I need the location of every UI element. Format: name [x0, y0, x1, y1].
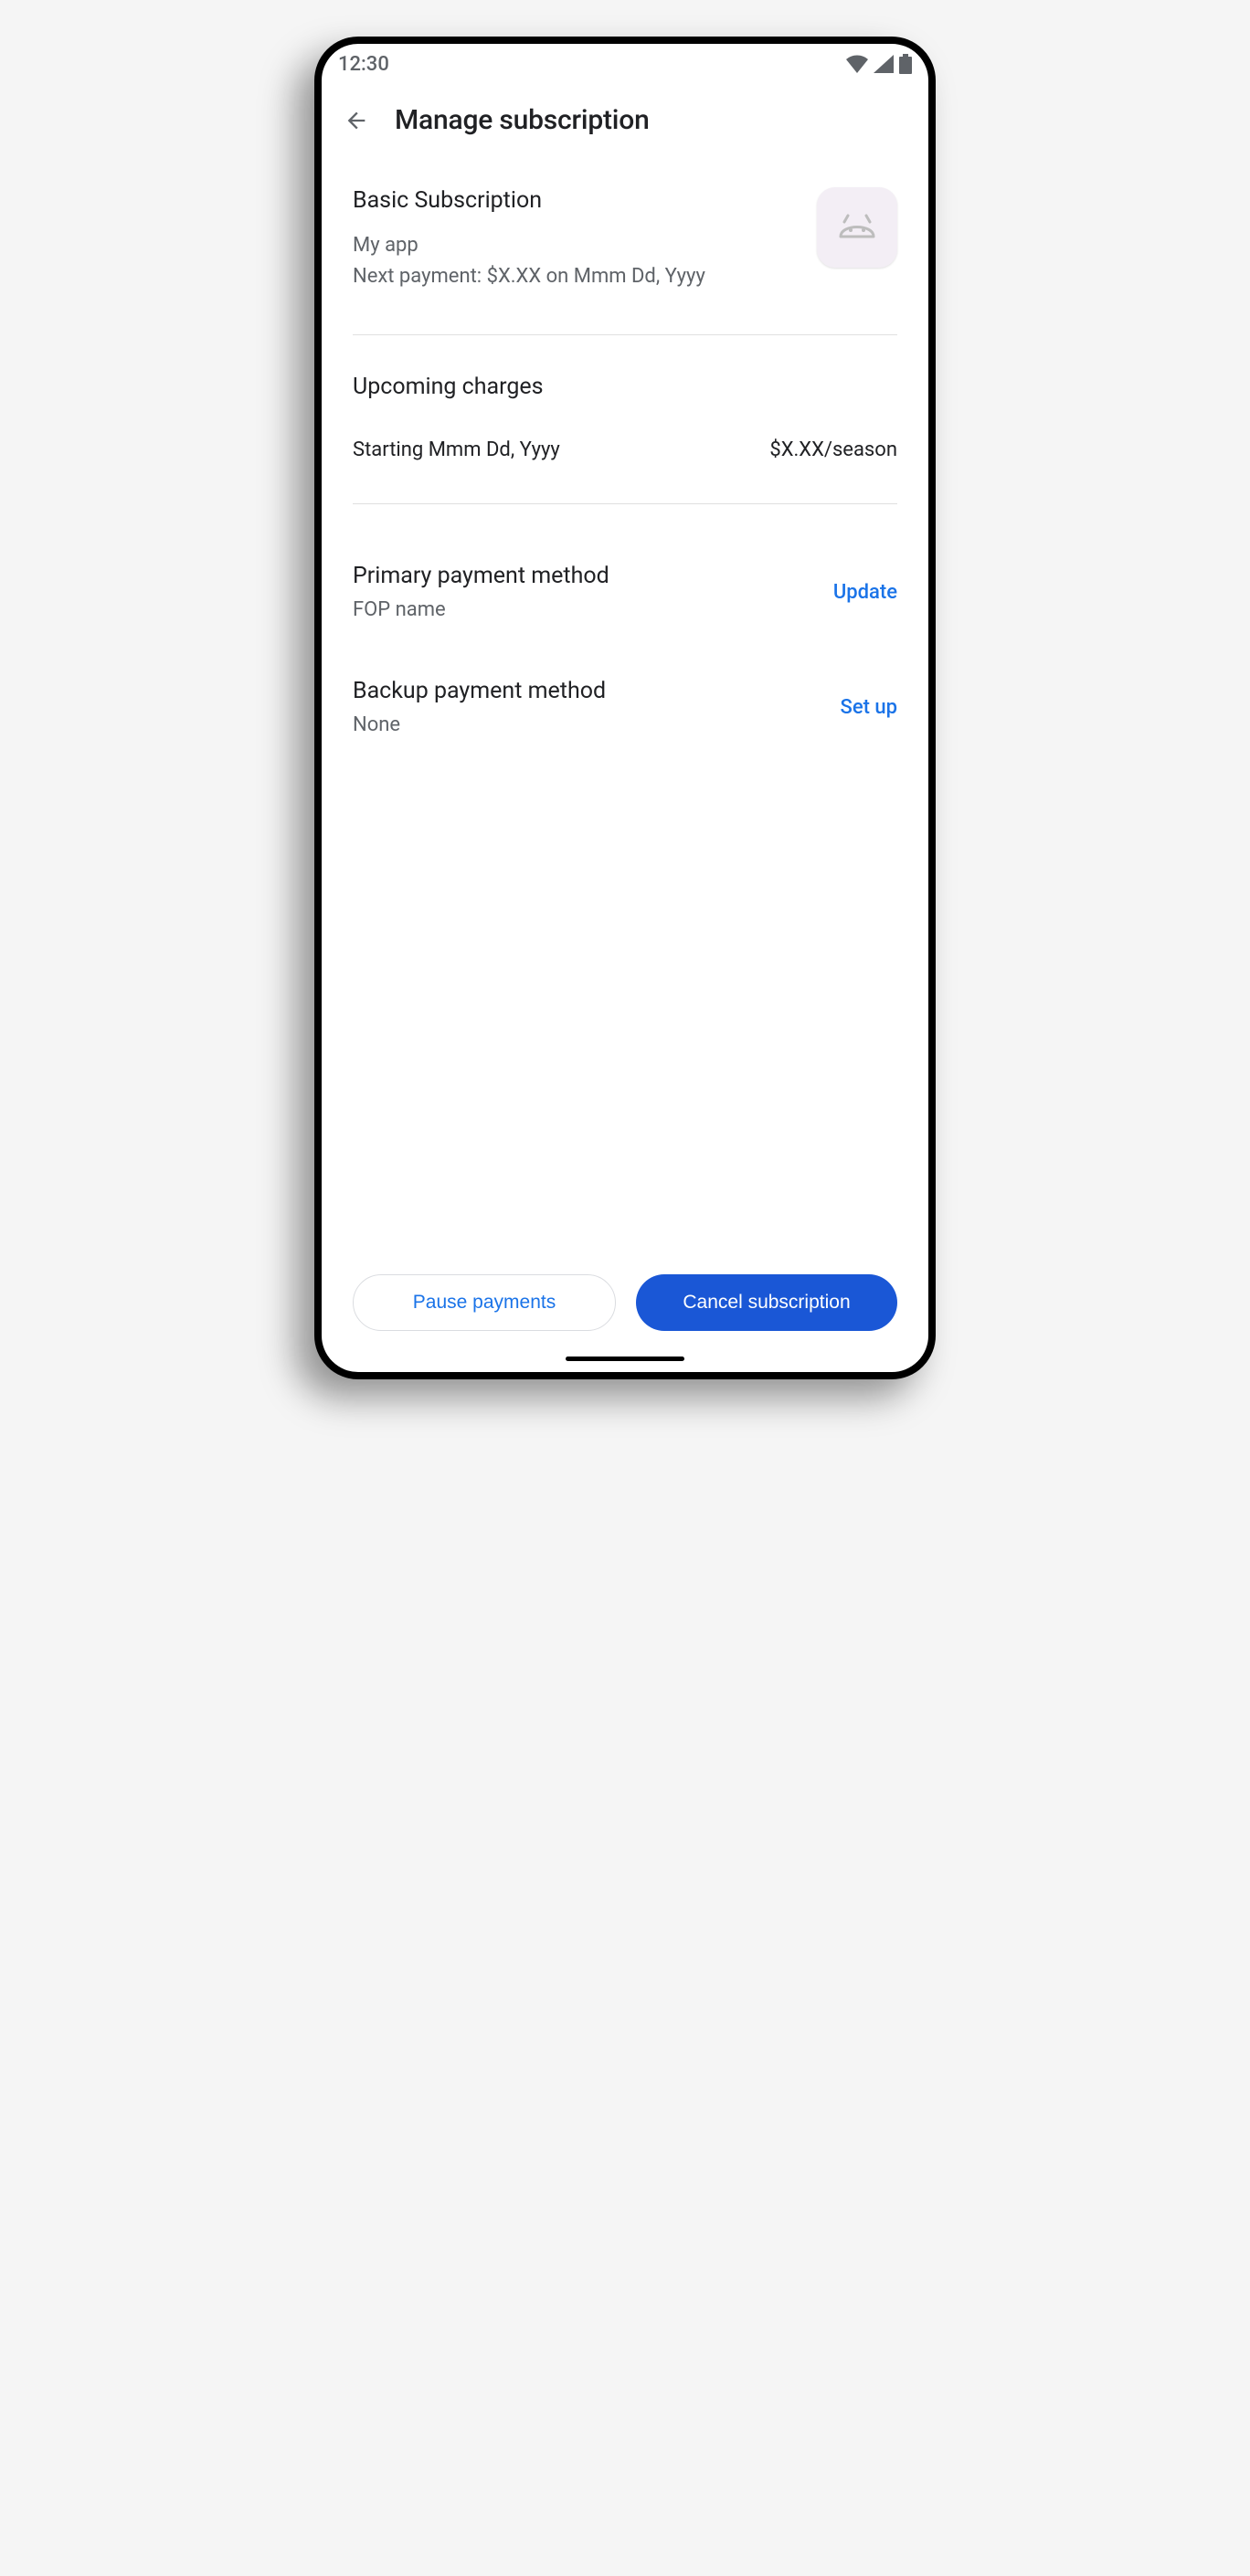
primary-payment-value: FOP name	[353, 598, 609, 621]
android-icon	[837, 213, 877, 242]
upcoming-charges-title: Upcoming charges	[353, 374, 897, 400]
wifi-icon	[846, 55, 868, 73]
subscription-app: My app	[353, 230, 817, 261]
pause-payments-button[interactable]: Pause payments	[353, 1274, 616, 1331]
charge-amount: $X.XX/season	[769, 438, 897, 461]
upcoming-charges-section: Upcoming charges Starting Mmm Dd, Yyyy $…	[353, 335, 897, 504]
subscription-next-payment: Next payment: $X.XX on Mmm Dd, Yyyy	[353, 261, 817, 292]
cell-signal-icon	[874, 55, 894, 73]
subscription-summary: Basic Subscription My app Next payment: …	[353, 169, 897, 335]
payment-methods: Primary payment method FOP name Update B…	[353, 504, 897, 773]
app-header: Manage subscription	[322, 77, 928, 169]
backup-payment-info: Backup payment method None	[353, 678, 606, 736]
setup-backup-button[interactable]: Set up	[841, 696, 898, 719]
backup-payment-title: Backup payment method	[353, 678, 606, 704]
backup-payment-row: Backup payment method None Set up	[353, 658, 897, 773]
backup-payment-value: None	[353, 713, 606, 736]
page-title: Manage subscription	[395, 104, 650, 136]
phone-frame: 12:30 Manage subscription Basic Subscrip…	[314, 37, 936, 1379]
subscription-info: Basic Subscription My app Next payment: …	[353, 187, 817, 292]
main-content: Basic Subscription My app Next payment: …	[322, 169, 928, 1260]
app-icon	[817, 187, 897, 268]
primary-payment-row: Primary payment method FOP name Update	[353, 543, 897, 658]
status-bar: 12:30	[322, 44, 928, 77]
status-time: 12:30	[338, 53, 389, 76]
status-icons	[846, 54, 912, 74]
bottom-button-bar: Pause payments Cancel subscription	[322, 1260, 928, 1357]
nav-handle[interactable]	[566, 1357, 684, 1361]
primary-payment-title: Primary payment method	[353, 563, 609, 589]
back-arrow-icon[interactable]	[344, 108, 369, 133]
update-primary-button[interactable]: Update	[833, 581, 897, 604]
cancel-subscription-button[interactable]: Cancel subscription	[636, 1274, 897, 1331]
upcoming-charge-row: Starting Mmm Dd, Yyyy $X.XX/season	[353, 438, 897, 461]
charge-start-label: Starting Mmm Dd, Yyyy	[353, 438, 560, 461]
primary-payment-info: Primary payment method FOP name	[353, 563, 609, 621]
battery-icon	[899, 54, 912, 74]
subscription-name: Basic Subscription	[353, 187, 817, 214]
